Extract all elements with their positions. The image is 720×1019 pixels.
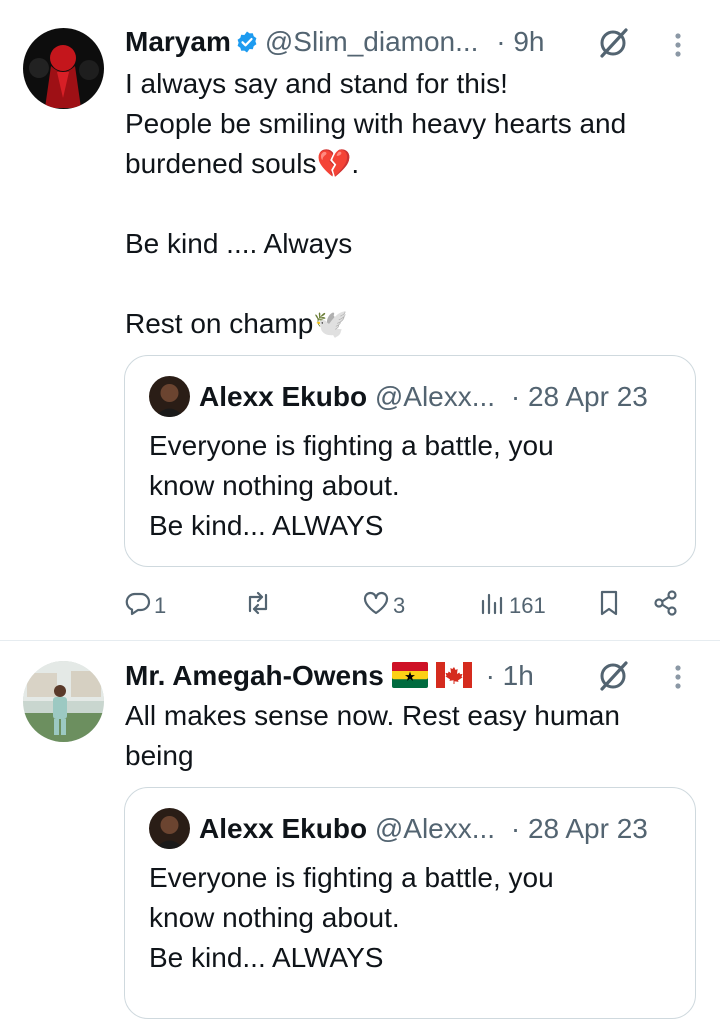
avatar[interactable] <box>23 661 104 742</box>
quoted-line: Be kind... ALWAYS <box>149 510 384 541</box>
bookmark-icon <box>596 589 622 623</box>
tweet-line: People be smiling with heavy hearts and <box>125 108 627 139</box>
quoted-display-name[interactable]: Alexx Ekubo <box>199 813 367 844</box>
views-count: 161 <box>509 593 546 618</box>
reply-icon <box>124 589 152 623</box>
quoted-header: Alexx Ekubo @Alexx... · 28 Apr 23 <box>199 380 648 414</box>
bookmark-button[interactable] <box>596 586 622 626</box>
retweet-button[interactable] <box>242 586 274 626</box>
quoted-avatar[interactable] <box>149 808 190 849</box>
views-button[interactable]: 161 <box>479 586 546 626</box>
quoted-line: Everyone is fighting a battle, you <box>149 862 554 893</box>
reply-count: 1 <box>154 593 167 618</box>
heart-icon <box>361 589 391 623</box>
tweet-line: burdened souls💔. <box>125 148 360 179</box>
tweet-line <box>125 264 705 304</box>
quoted-avatar[interactable] <box>149 376 190 417</box>
tweet-line <box>125 184 705 224</box>
more-options-icon[interactable] <box>671 31 685 64</box>
like-button[interactable]: 3 <box>361 586 405 626</box>
timestamp[interactable]: · 9h <box>496 26 544 57</box>
grok-icon[interactable] <box>596 659 630 698</box>
quoted-text: Everyone is fighting a battle, you know … <box>149 426 679 546</box>
reply-button[interactable]: 1 <box>124 586 166 626</box>
quoted-line: know nothing about. <box>149 902 400 933</box>
quoted-handle[interactable]: @Alexx... <box>375 381 495 412</box>
quoted-text: Everyone is fighting a battle, you know … <box>149 858 679 978</box>
quoted-timestamp[interactable]: · 28 Apr 23 <box>511 813 648 844</box>
tweet-line: Be kind .... Always <box>125 228 353 259</box>
tweet-line: Rest on champ🕊️ <box>125 308 349 339</box>
quoted-handle[interactable]: @Alexx... <box>375 813 495 844</box>
action-bar: 1 3 161 <box>124 586 694 626</box>
canada-flag-icon <box>435 662 472 696</box>
tweet-text: All makes sense now. Rest easy human bei… <box>125 696 705 776</box>
quoted-display-name[interactable]: Alexx Ekubo <box>199 381 367 412</box>
share-icon <box>652 589 680 623</box>
ghana-flag-icon <box>391 662 428 696</box>
grok-icon[interactable] <box>596 26 630 65</box>
avatar[interactable] <box>23 28 104 109</box>
handle[interactable]: @Slim_diamon... <box>265 26 479 57</box>
quoted-line: Be kind... ALWAYS <box>149 942 384 973</box>
tweet-header: Maryam @Slim_diamon... · 9h <box>125 25 720 59</box>
quoted-tweet[interactable]: Alexx Ekubo @Alexx... · 28 Apr 23 Everyo… <box>124 787 696 1019</box>
quoted-tweet[interactable]: Alexx Ekubo @Alexx... · 28 Apr 23 Everyo… <box>124 355 696 567</box>
quoted-line: know nothing about. <box>149 470 400 501</box>
tweet[interactable]: Maryam @Slim_diamon... · 9h I always say … <box>0 0 720 640</box>
tweet-text: I always say and stand for this! People … <box>125 64 705 344</box>
tweet-header: Mr. Amegah-Owens · 1h <box>125 659 720 693</box>
quoted-timestamp[interactable]: · 28 Apr 23 <box>511 381 648 412</box>
tweet-line: being <box>125 740 194 771</box>
more-options-icon[interactable] <box>671 663 685 696</box>
verified-badge-icon <box>235 28 259 62</box>
quoted-header: Alexx Ekubo @Alexx... · 28 Apr 23 <box>199 812 648 846</box>
like-count: 3 <box>393 593 406 618</box>
share-button[interactable] <box>652 586 680 626</box>
quoted-line: Everyone is fighting a battle, you <box>149 430 554 461</box>
timestamp[interactable]: · 1h <box>486 660 534 691</box>
tweet-line: All makes sense now. Rest easy human <box>125 700 620 731</box>
display-name[interactable]: Mr. Amegah-Owens <box>125 660 384 691</box>
tweet-line: I always say and stand for this! <box>125 68 508 99</box>
analytics-icon <box>479 589 507 623</box>
tweet[interactable]: Mr. Amegah-Owens · 1h All makes sense no… <box>0 641 720 1019</box>
retweet-icon <box>242 589 274 623</box>
display-name[interactable]: Maryam <box>125 26 231 57</box>
